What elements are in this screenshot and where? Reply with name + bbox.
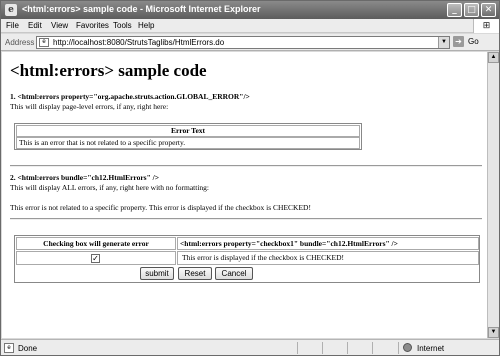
- checkbox-form-table: Checking box will generate error <html:e…: [14, 235, 480, 283]
- browser-window: e <html:errors> sample code - Microsoft …: [0, 0, 500, 356]
- menu-bar: File Edit View Favorites Tools Help: [1, 19, 499, 33]
- menu-help[interactable]: Help: [138, 21, 154, 30]
- go-label: Go: [468, 37, 479, 46]
- checkbox-cell: ✓: [16, 251, 176, 265]
- menu-favorites[interactable]: Favorites: [76, 21, 109, 30]
- address-url: http://localhost:8080/StrutsTaglibs/Html…: [53, 38, 225, 47]
- chevron-down-icon[interactable]: ▼: [438, 37, 449, 48]
- address-input[interactable]: e http://localhost:8080/StrutsTaglibs/Ht…: [36, 36, 450, 49]
- minimize-button[interactable]: _: [447, 3, 462, 17]
- menu-view[interactable]: View: [51, 21, 68, 30]
- global-error-cell: This is an error that is not related to …: [16, 137, 360, 149]
- address-bar: Address e http://localhost:8080/StrutsTa…: [1, 34, 499, 51]
- global-errors-table: Error Text This is an error that is not …: [14, 123, 362, 150]
- page-icon: e: [39, 38, 49, 47]
- menu-tools[interactable]: Tools: [113, 21, 132, 30]
- error-checkbox[interactable]: ✓: [91, 254, 100, 263]
- status-panel: [297, 342, 322, 354]
- maximize-button[interactable]: □: [464, 3, 479, 17]
- divider: [10, 218, 482, 220]
- section1-description: This will display page-level errors, if …: [10, 102, 169, 111]
- page-content: <html:errors> sample code 1. <html:error…: [2, 52, 487, 338]
- submit-button[interactable]: submit: [140, 267, 174, 280]
- go-arrow-icon: ➔: [453, 36, 464, 47]
- menu-edit[interactable]: Edit: [28, 21, 42, 30]
- all-errors-output: This error is not related to a specific …: [10, 203, 311, 212]
- page-done-icon: e: [4, 343, 14, 353]
- error-column-header: <html:errors property="checkbox1" bundle…: [177, 237, 479, 250]
- close-button[interactable]: ✕: [481, 3, 496, 17]
- title-bar: e <html:errors> sample code - Microsoft …: [1, 1, 499, 19]
- window-title: <html:errors> sample code - Microsoft In…: [22, 4, 261, 14]
- error-text-header: Error Text: [16, 125, 360, 137]
- address-label: Address: [5, 38, 35, 47]
- section2-description: This will display ALL errors, if any, ri…: [10, 183, 209, 192]
- section1-title: 1. <html:errors property="org.apache.str…: [10, 92, 250, 101]
- checkbox-column-header: Checking box will generate error: [16, 237, 176, 250]
- page-title: <html:errors> sample code: [10, 61, 207, 80]
- status-text: Done: [18, 344, 38, 353]
- status-panel: [347, 342, 372, 354]
- scroll-up-icon[interactable]: ▲: [488, 52, 499, 63]
- status-panel: [322, 342, 347, 354]
- security-zone: Internet: [398, 342, 497, 354]
- vertical-scrollbar[interactable]: ▲ ▼: [487, 52, 499, 338]
- ie-page-icon: e: [5, 4, 17, 16]
- zone-label: Internet: [417, 344, 445, 353]
- menu-file[interactable]: File: [6, 21, 19, 30]
- section2-title: 2. <html:errors bundle="ch12.HtmlErrors"…: [10, 173, 159, 182]
- windows-logo-icon: ⊞: [473, 19, 499, 33]
- reset-button[interactable]: Reset: [178, 267, 212, 280]
- scroll-down-icon[interactable]: ▼: [488, 327, 499, 338]
- status-panel: [372, 342, 398, 354]
- status-bar: e Done Internet: [1, 339, 499, 355]
- go-button[interactable]: ➔ Go: [453, 36, 497, 49]
- globe-icon: [403, 343, 412, 352]
- divider: [10, 165, 482, 167]
- cancel-button[interactable]: Cancel: [215, 267, 253, 280]
- checkbox-error-message: This error is displayed if the checkbox …: [177, 251, 479, 265]
